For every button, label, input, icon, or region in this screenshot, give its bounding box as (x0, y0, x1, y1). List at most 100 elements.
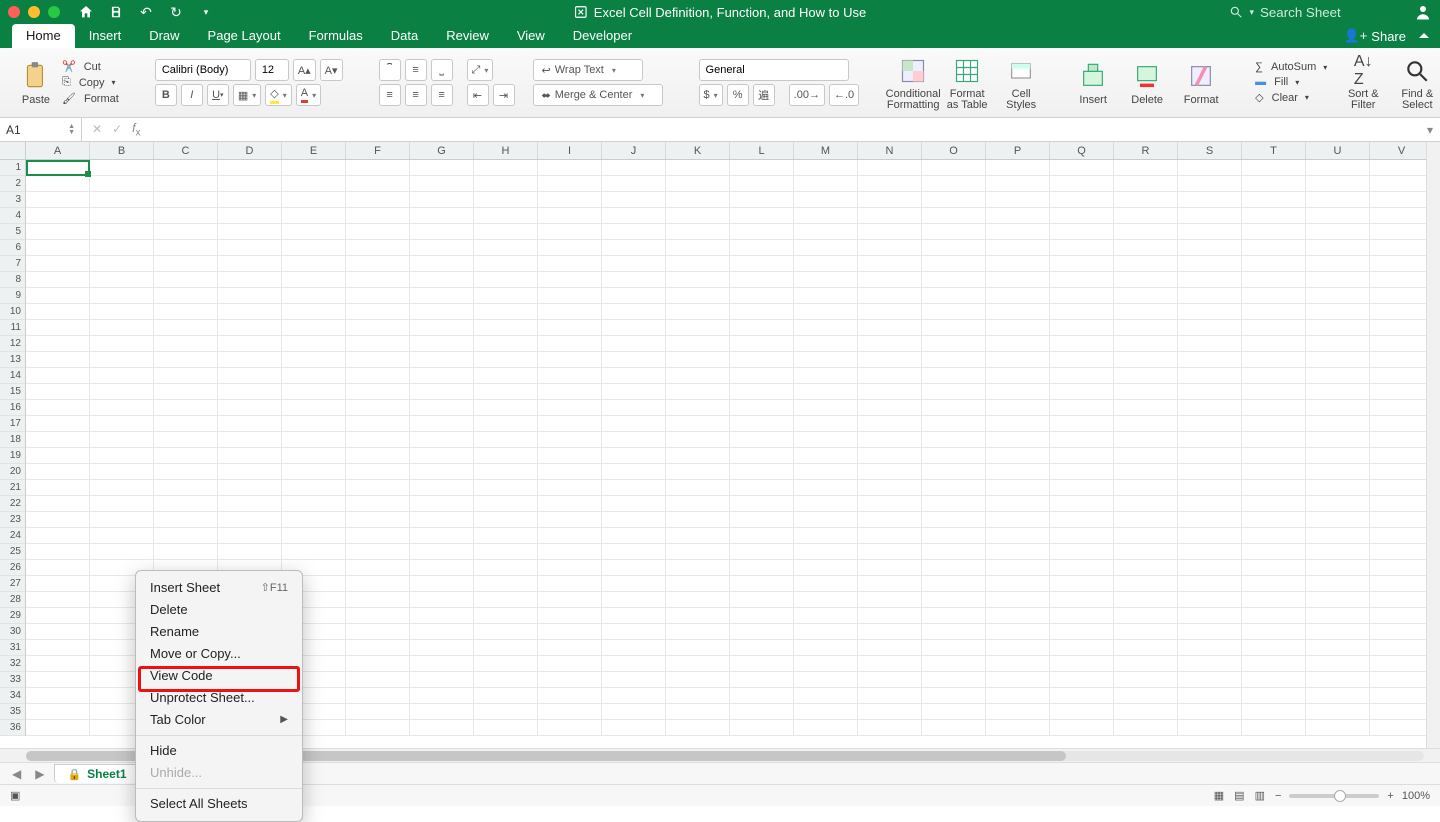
cell[interactable] (282, 480, 346, 496)
cell[interactable] (1050, 352, 1114, 368)
cell[interactable] (218, 448, 282, 464)
cell[interactable] (26, 304, 90, 320)
cell[interactable] (858, 528, 922, 544)
sheet-tab[interactable]: 🔒 Sheet1 (54, 764, 139, 783)
cell[interactable] (666, 272, 730, 288)
cell[interactable] (1306, 656, 1370, 672)
cell[interactable] (538, 384, 602, 400)
cell[interactable] (26, 688, 90, 704)
cell[interactable] (922, 560, 986, 576)
cell[interactable] (666, 368, 730, 384)
cell[interactable] (922, 624, 986, 640)
undo-icon[interactable]: ↶ (138, 4, 154, 20)
cell[interactable] (538, 176, 602, 192)
cell[interactable] (794, 496, 858, 512)
cell[interactable] (602, 592, 666, 608)
cell[interactable] (1114, 672, 1178, 688)
fill-color-button[interactable]: ◇ (265, 84, 291, 106)
cell[interactable] (1370, 720, 1434, 736)
cell[interactable] (410, 608, 474, 624)
column-header[interactable]: P (986, 142, 1050, 159)
cell[interactable] (1370, 352, 1434, 368)
cell[interactable] (538, 192, 602, 208)
cell[interactable] (218, 368, 282, 384)
cell[interactable] (1050, 416, 1114, 432)
cell[interactable] (26, 496, 90, 512)
tab-home[interactable]: Home (12, 24, 75, 48)
cell[interactable] (154, 160, 218, 176)
cell[interactable] (474, 176, 538, 192)
cell[interactable] (90, 272, 154, 288)
cell[interactable] (922, 496, 986, 512)
cell[interactable] (346, 416, 410, 432)
cell[interactable] (538, 608, 602, 624)
cell[interactable] (922, 224, 986, 240)
cell[interactable] (474, 480, 538, 496)
cell[interactable] (794, 528, 858, 544)
cell[interactable] (1050, 224, 1114, 240)
cell[interactable] (602, 656, 666, 672)
fx-icon[interactable]: fx (132, 121, 140, 138)
cell[interactable] (154, 272, 218, 288)
cell[interactable] (1306, 480, 1370, 496)
row-header[interactable]: 6 (0, 240, 26, 256)
cell[interactable] (730, 192, 794, 208)
cell[interactable] (922, 544, 986, 560)
cell[interactable] (410, 528, 474, 544)
cell[interactable] (1178, 368, 1242, 384)
cell[interactable] (1242, 176, 1306, 192)
cell[interactable] (1178, 544, 1242, 560)
cell[interactable] (858, 640, 922, 656)
cell[interactable] (1114, 256, 1178, 272)
cell[interactable] (218, 512, 282, 528)
cell[interactable] (1306, 448, 1370, 464)
cell[interactable] (1050, 704, 1114, 720)
share-button[interactable]: 👤+ Share (1344, 28, 1406, 44)
cell[interactable] (666, 496, 730, 512)
cell[interactable] (1306, 400, 1370, 416)
cell[interactable] (730, 320, 794, 336)
row-header[interactable]: 21 (0, 480, 26, 496)
cell[interactable] (90, 496, 154, 512)
cell[interactable] (1242, 416, 1306, 432)
row-header[interactable]: 20 (0, 464, 26, 480)
cell[interactable] (858, 704, 922, 720)
cell[interactable] (410, 656, 474, 672)
cell[interactable] (1370, 592, 1434, 608)
cell[interactable] (26, 272, 90, 288)
cell[interactable] (730, 560, 794, 576)
cell[interactable] (730, 624, 794, 640)
cell[interactable] (858, 256, 922, 272)
cell[interactable] (858, 496, 922, 512)
cell[interactable] (858, 560, 922, 576)
cell[interactable] (1242, 640, 1306, 656)
cell[interactable] (1050, 576, 1114, 592)
cell[interactable] (346, 400, 410, 416)
cell[interactable] (346, 688, 410, 704)
sheet-nav-prev-icon[interactable]: ◀ (8, 767, 25, 781)
cell[interactable] (474, 512, 538, 528)
cell[interactable] (538, 512, 602, 528)
cell[interactable] (1050, 160, 1114, 176)
cell[interactable] (922, 272, 986, 288)
cell[interactable] (282, 512, 346, 528)
cell[interactable] (1178, 416, 1242, 432)
cell[interactable] (858, 656, 922, 672)
cell[interactable] (1242, 592, 1306, 608)
normal-view-icon[interactable]: ▦ (1214, 789, 1224, 802)
cell[interactable] (602, 224, 666, 240)
cell[interactable] (26, 368, 90, 384)
cell[interactable] (410, 624, 474, 640)
cell[interactable] (474, 624, 538, 640)
cell[interactable] (602, 208, 666, 224)
cell[interactable] (794, 544, 858, 560)
cell[interactable] (1114, 480, 1178, 496)
search-input[interactable] (1260, 5, 1400, 20)
cell[interactable] (1178, 592, 1242, 608)
cell[interactable] (986, 208, 1050, 224)
zoom-slider[interactable] (1289, 794, 1379, 798)
cell[interactable] (474, 320, 538, 336)
cell[interactable] (986, 512, 1050, 528)
cell[interactable] (1370, 528, 1434, 544)
cell[interactable] (538, 368, 602, 384)
